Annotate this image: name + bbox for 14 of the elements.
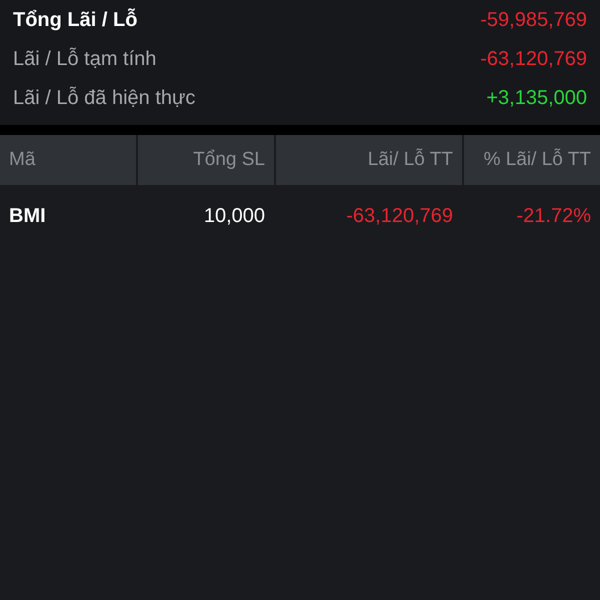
summary-label: Lãi / Lỗ tạm tính bbox=[13, 46, 156, 72]
column-header[interactable]: Mã bbox=[0, 135, 136, 185]
table-cell-text: -21.72% bbox=[516, 204, 592, 229]
summary-value: -59,985,769 bbox=[480, 8, 587, 32]
table-cell-text: BMI bbox=[8, 204, 47, 229]
table-cell-text: -63,120,769 bbox=[345, 204, 454, 229]
column-header[interactable]: Tổng SL bbox=[138, 135, 274, 185]
column-header[interactable]: % Lãi/ Lỗ TT bbox=[464, 135, 600, 185]
summary-label: Tổng Lãi / Lỗ bbox=[13, 7, 138, 32]
summary-label: Lãi / Lỗ đã hiện thực bbox=[13, 86, 196, 110]
table-cell-text: 10,000 bbox=[202, 204, 266, 229]
summary-value: +3,135,000 bbox=[486, 86, 587, 110]
summary-value: -63,120,769 bbox=[480, 46, 587, 72]
column-header[interactable]: Lãi/ Lỗ TT bbox=[276, 135, 462, 185]
